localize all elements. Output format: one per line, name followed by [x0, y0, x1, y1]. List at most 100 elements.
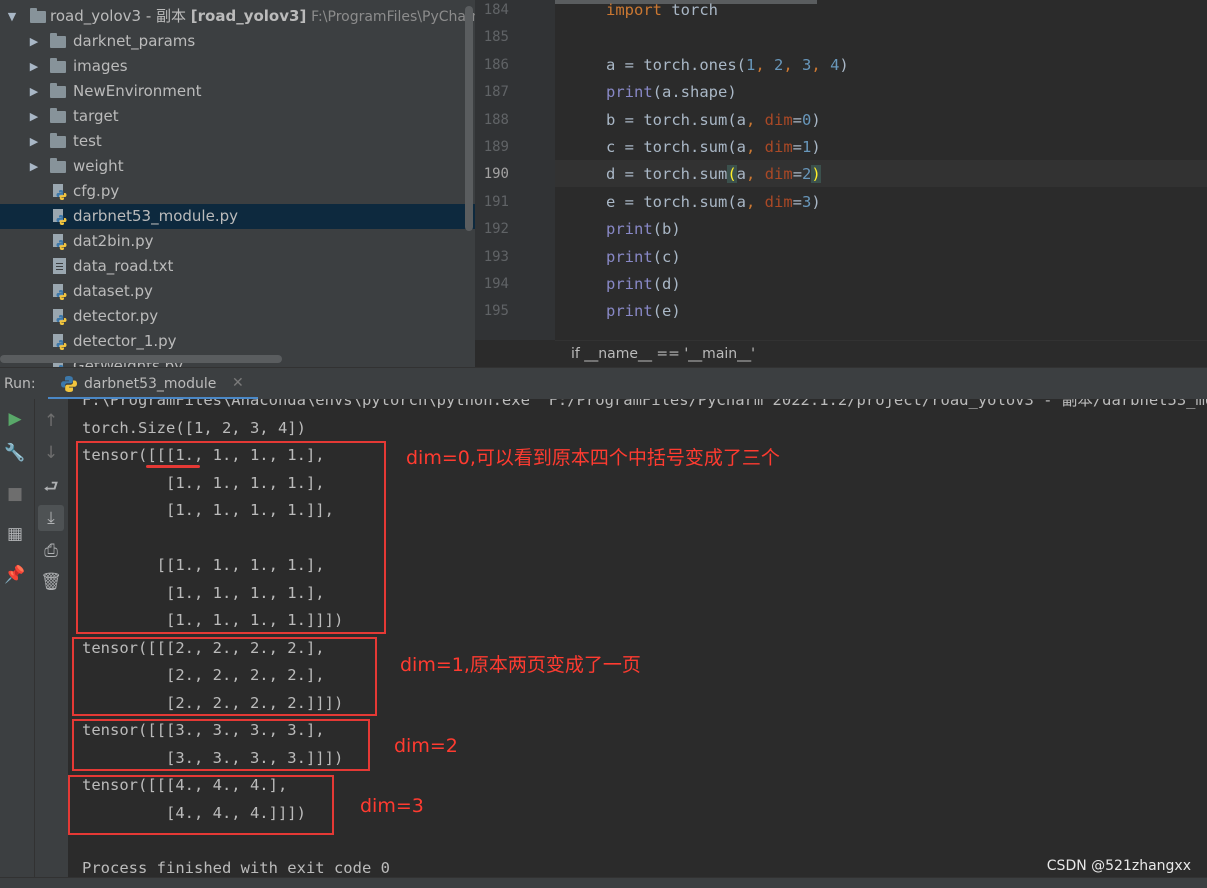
code-line[interactable]: print(c): [606, 244, 681, 271]
line-number: 186: [483, 56, 509, 73]
scroll-to-end-icon[interactable]: ⤓: [38, 505, 64, 531]
tree-file-darbnet53-module-py[interactable]: darbnet53_module.py: [0, 204, 475, 229]
project-tree-panel: ▼ road_yolov3 - 副本 [road_yolov3] F:\Prog…: [0, 0, 475, 367]
annotation-box-dim2: [72, 719, 370, 771]
project-root-module: [road_yolov3]: [190, 7, 307, 25]
watermark: CSDN @521zhangxx: [1046, 858, 1191, 874]
run-label: Run:: [4, 376, 36, 392]
folder-icon: [50, 133, 66, 148]
tree-folder-target[interactable]: ▶ target: [0, 104, 475, 129]
annotation-box-dim1: [72, 637, 377, 716]
tree-file-dataset-py[interactable]: dataset.py: [0, 279, 475, 304]
project-root-name: road_yolov3 - 副本: [50, 7, 186, 25]
line-number: 185: [483, 29, 509, 46]
tree-item-label: dat2bin.py: [73, 232, 154, 250]
annotation-box-dim3: [68, 775, 334, 835]
console-command-line: F:\ProgramFiles\Anaconda\envs\pytorch\py…: [82, 399, 1207, 409]
annotation-box-dim0: [76, 441, 386, 634]
tree-item-label: darbnet53_module.py: [73, 207, 238, 225]
tree-item-label: cfg.py: [73, 182, 120, 200]
code-line[interactable]: b = torch.sum(a, dim=0): [606, 107, 821, 134]
annotation-dim0: dim=0,可以看到原本四个中括号变成了三个: [406, 447, 780, 469]
tree-file-detector-py[interactable]: detector.py: [0, 304, 475, 329]
pin-icon[interactable]: 📌: [4, 564, 26, 586]
code-line[interactable]: print(e): [606, 298, 681, 325]
text-file-icon: [53, 258, 66, 274]
code-line[interactable]: e = torch.sum(a, dim=3): [606, 189, 821, 216]
chevron-down-icon[interactable]: ▼: [6, 4, 18, 29]
console-exit-line: Process finished with exit code 0: [82, 858, 390, 877]
breadcrumb[interactable]: if __name__ == '__main__': [571, 341, 755, 367]
chevron-right-icon[interactable]: ▶: [28, 79, 40, 104]
wrench-icon[interactable]: 🔧: [4, 442, 26, 464]
code-line[interactable]: print(b): [606, 216, 681, 243]
code-line[interactable]: import torch: [606, 0, 718, 24]
chevron-right-icon[interactable]: ▶: [28, 54, 40, 79]
soft-wrap-icon[interactable]: ⮐: [40, 476, 62, 498]
tree-file-data-road-txt[interactable]: data_road.txt: [0, 254, 475, 279]
project-root-path: F:\ProgramFiles\PyCharm: [311, 9, 475, 25]
line-number: 190: [483, 166, 509, 183]
line-number: 189: [483, 139, 509, 155]
python-file-icon: [53, 334, 67, 350]
folder-icon: [50, 158, 66, 173]
run-console[interactable]: F:\ProgramFiles\Anaconda\envs\pytorch\py…: [68, 399, 1207, 877]
arrow-down-icon[interactable]: ↓: [40, 442, 62, 464]
tree-folder-newenvironment[interactable]: ▶ NewEnvironment: [0, 79, 475, 104]
tree-file-cfg-py[interactable]: cfg.py: [0, 179, 475, 204]
folder-icon: [50, 58, 66, 73]
annotation-underline: [146, 465, 200, 468]
python-file-icon: [53, 209, 67, 225]
console-output-line: torch.Size([1, 2, 3, 4]): [82, 418, 306, 437]
tree-folder-test[interactable]: ▶ test: [0, 129, 475, 154]
line-number: 187: [483, 84, 509, 101]
console-toolbar: ↑ ↓ ⮐ ⤓ ⎙ 🗑: [34, 399, 69, 887]
tree-folder-weight[interactable]: ▶ weight: [0, 154, 475, 179]
trash-icon[interactable]: 🗑: [40, 571, 62, 593]
python-file-icon: [53, 184, 67, 200]
folder-icon: [50, 33, 66, 48]
code-line[interactable]: print(d): [606, 271, 681, 298]
tree-file-dat2bin-py[interactable]: dat2bin.py: [0, 229, 475, 254]
arrow-up-icon[interactable]: ↑: [40, 410, 62, 432]
project-root-row[interactable]: ▼ road_yolov3 - 副本 [road_yolov3] F:\Prog…: [0, 4, 475, 29]
tree-item-label: dataset.py: [73, 282, 153, 300]
annotation-dim1: dim=1,原本两页变成了一页: [400, 654, 641, 676]
tree-file-detector-1-py[interactable]: detector_1.py: [0, 329, 475, 354]
tree-folder-images[interactable]: ▶ images: [0, 54, 475, 79]
stop-icon[interactable]: ■: [4, 483, 26, 505]
tree-item-label: detector_1.py: [73, 332, 177, 350]
chevron-right-icon[interactable]: ▶: [28, 129, 40, 154]
tree-item-label: images: [73, 57, 128, 75]
rerun-icon[interactable]: ▶: [4, 408, 26, 430]
chevron-right-icon[interactable]: ▶: [28, 29, 40, 54]
code-line[interactable]: c = torch.sum(a, dim=1): [606, 134, 821, 161]
python-icon: [61, 376, 77, 392]
project-horizontal-scrollbar[interactable]: [0, 355, 282, 363]
line-number: 184: [483, 2, 509, 18]
close-icon[interactable]: ✕: [232, 375, 244, 391]
run-toolbar: ▶ 🔧 ■ ▦ 📌: [0, 399, 34, 887]
tree-item-label: darknet_params: [73, 32, 196, 50]
chevron-right-icon[interactable]: ▶: [28, 104, 40, 129]
tree-item-label: NewEnvironment: [73, 82, 202, 100]
python-file-icon: [53, 284, 67, 300]
line-number: 192: [483, 221, 509, 238]
folder-icon: [30, 8, 46, 23]
print-icon[interactable]: ⎙: [40, 540, 62, 562]
python-file-icon: [53, 309, 67, 325]
chevron-right-icon[interactable]: ▶: [28, 154, 40, 179]
python-file-icon: [53, 234, 67, 250]
tree-folder-darknet_params[interactable]: ▶ darknet_params: [0, 29, 475, 54]
code-editor[interactable]: 184 185 186 187 188 189 190 191 192 193 194 195 imp…: [475, 0, 1207, 367]
run-tool-header: Run: darbnet53_module ✕: [0, 367, 1207, 400]
annotation-dim2: dim=2: [394, 735, 458, 757]
project-vertical-scrollbar[interactable]: [465, 6, 473, 231]
line-number: 194: [483, 276, 509, 292]
code-line[interactable]: print(a.shape): [606, 79, 737, 106]
code-line[interactable]: d = torch.sum(a, dim=2): [606, 161, 821, 188]
run-tab-label: darbnet53_module: [84, 376, 217, 392]
code-line[interactable]: a = torch.ones(1, 2, 3, 4): [606, 52, 849, 79]
run-tab[interactable]: darbnet53_module ✕: [48, 368, 258, 400]
layout-icon[interactable]: ▦: [4, 523, 26, 545]
